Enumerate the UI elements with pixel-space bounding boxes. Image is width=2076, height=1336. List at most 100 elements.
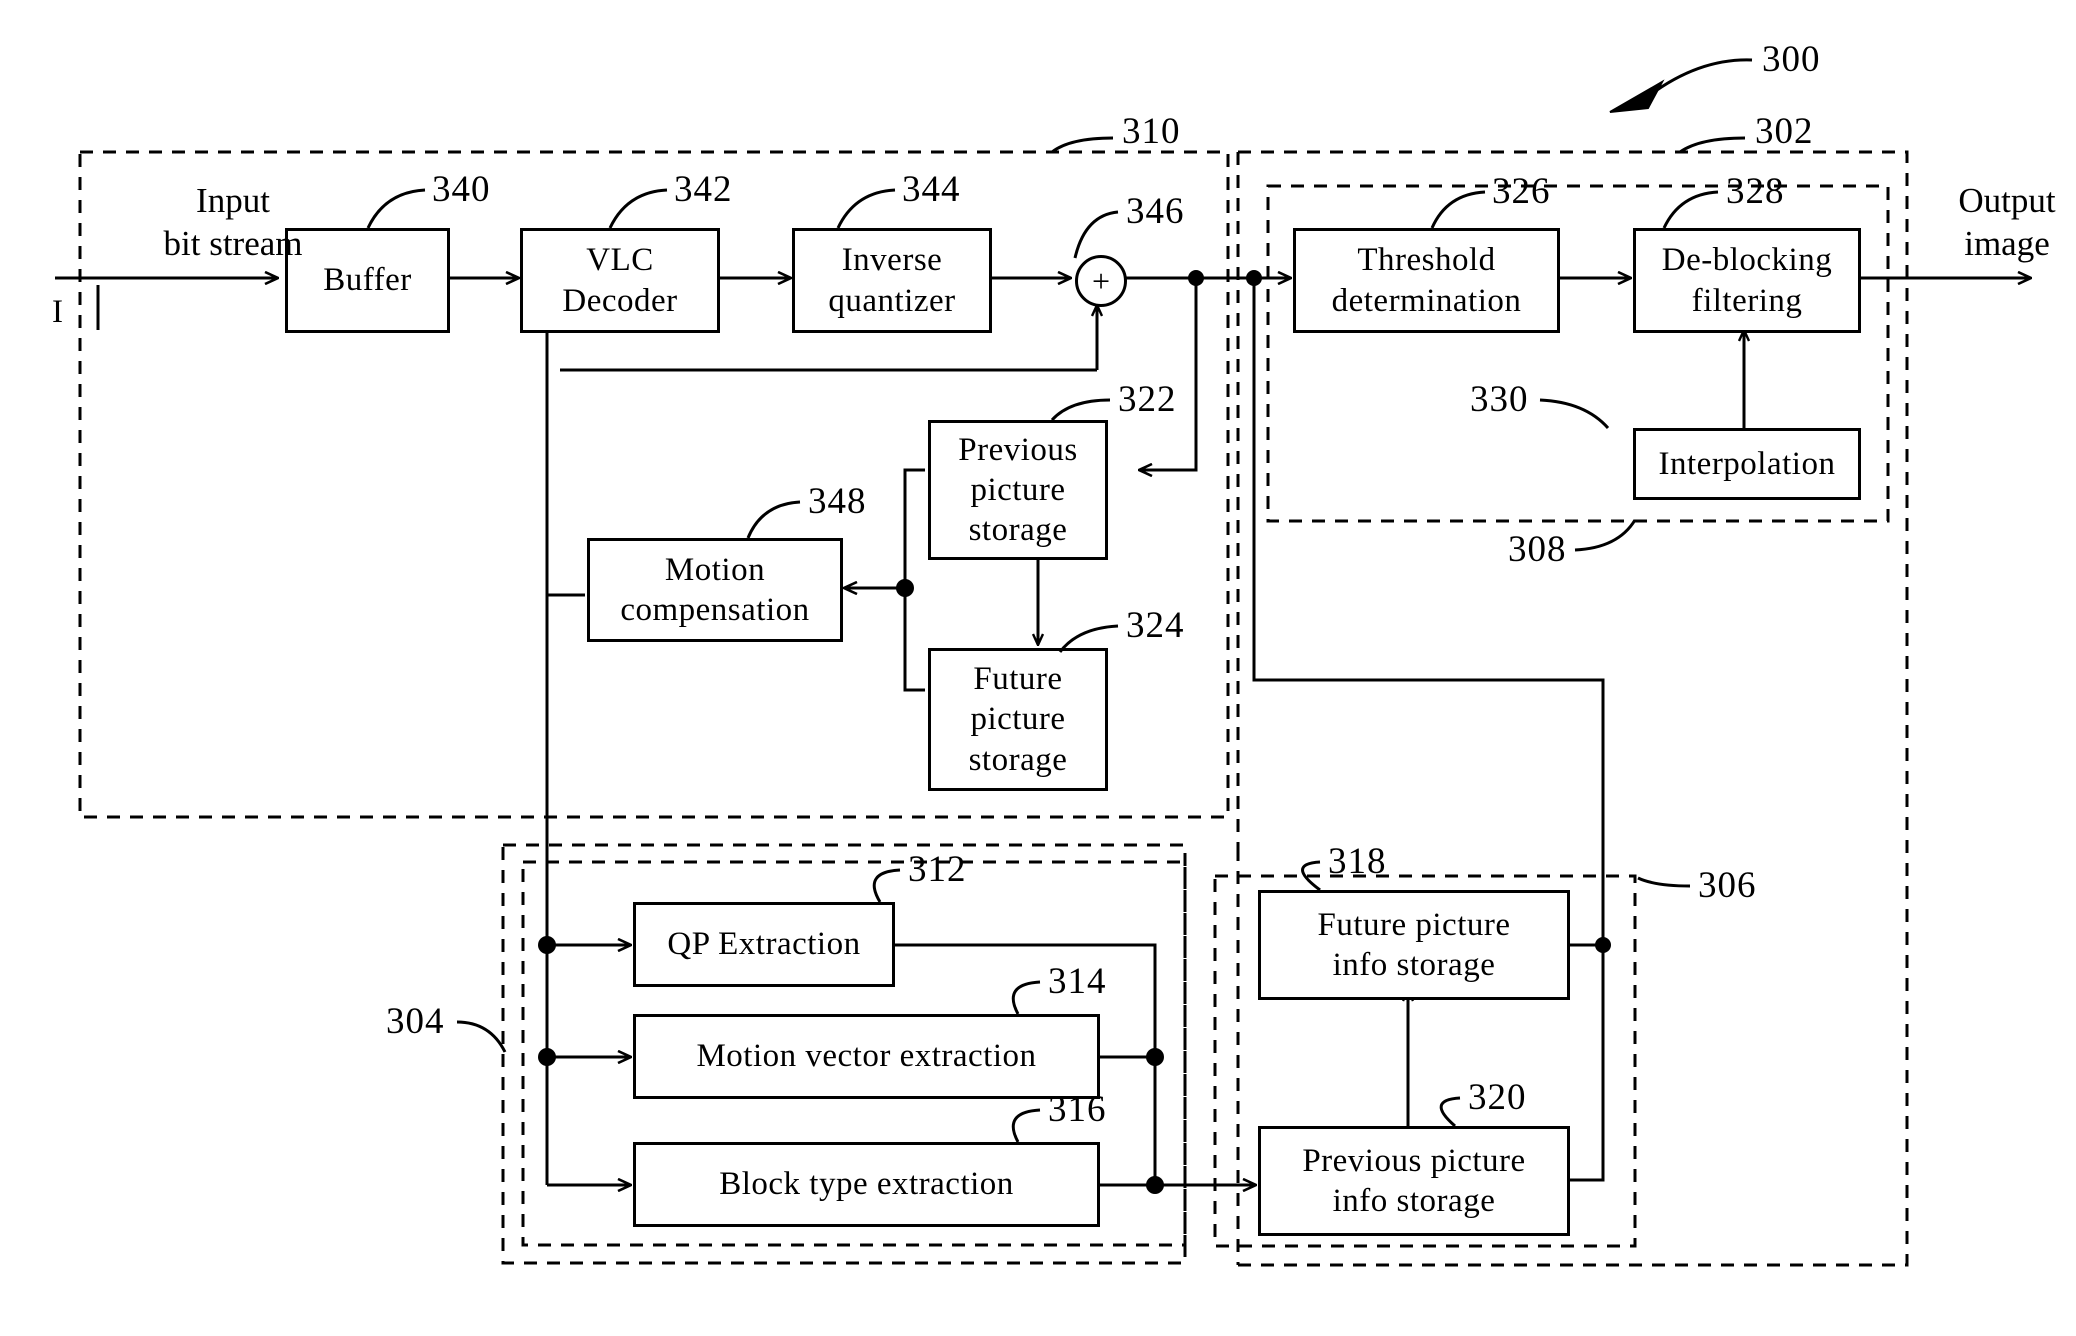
ref-316: 316	[1048, 1089, 1107, 1130]
block-motion-vector-extraction[interactable]: Motion vector extraction	[633, 1014, 1100, 1099]
block-buffer-label: Buffer	[323, 262, 412, 299]
leader-344	[836, 188, 896, 229]
thr-label-2: determination	[1331, 282, 1522, 319]
dbf-label-2: filtering	[1691, 282, 1803, 319]
block-previous-picture-info-storage[interactable]: Previous picture info storage	[1258, 1126, 1570, 1236]
leader-326	[1430, 190, 1486, 229]
block-future-picture-info-storage[interactable]: Future picture info storage	[1258, 890, 1570, 1000]
leader-302	[1679, 136, 1746, 154]
mc-label-1: Motion	[664, 551, 766, 588]
block-interpolation[interactable]: Interpolation	[1633, 428, 1861, 500]
label-input-bit-stream: Input bit stream	[128, 180, 338, 265]
ref-344: 344	[902, 169, 961, 210]
block-vlc-label-1: VLC	[586, 242, 654, 279]
ref-322: 322	[1118, 379, 1177, 420]
leader-340	[366, 188, 426, 229]
ref-328: 328	[1726, 171, 1785, 212]
patent-figure-canvas: Buffer VLC Decoder Inverse quantizer + P…	[0, 0, 2076, 1336]
leader-316	[1011, 1108, 1041, 1143]
block-vlc-decoder[interactable]: VLC Decoder	[520, 228, 720, 333]
ref-326: 326	[1492, 171, 1551, 212]
interp-label: Interpolation	[1658, 445, 1836, 482]
futpic-label-1: Future	[973, 661, 1063, 698]
block-block-type-extraction[interactable]: Block type extraction	[633, 1142, 1100, 1227]
ref-318: 318	[1328, 841, 1387, 882]
ref-308: 308	[1508, 529, 1567, 570]
block-future-picture-storage[interactable]: Future picture storage	[928, 648, 1108, 791]
wire-mcnode-to-future	[903, 588, 925, 692]
wire-prev-to-mcnode	[903, 468, 925, 588]
junction-mcdot	[896, 579, 914, 597]
futinfo-label-1: Future picture	[1317, 906, 1511, 943]
block-vlc-label-2: Decoder	[562, 282, 678, 319]
junction-dot-c	[1595, 937, 1611, 953]
bt-label: Block type extraction	[719, 1166, 1014, 1203]
output-line-2: image	[1964, 223, 2050, 263]
leader-312	[872, 868, 901, 903]
block-invq-label-1: Inverse	[841, 242, 943, 279]
ref-306: 306	[1698, 865, 1757, 906]
prevpic-label-3: storage	[968, 512, 1068, 549]
block-previous-picture-storage[interactable]: Previous picture storage	[928, 420, 1108, 560]
junction-dot-a	[1188, 270, 1204, 286]
previnfo-label-1: Previous picture	[1302, 1142, 1526, 1179]
block-deblocking-filtering[interactable]: De-blocking filtering	[1633, 228, 1861, 333]
ref-304: 304	[386, 1001, 445, 1042]
ref-302: 302	[1755, 111, 1814, 152]
ref-324: 324	[1126, 605, 1185, 646]
futpic-label-2: picture	[970, 701, 1066, 738]
label-output-image: Output image	[1912, 180, 2076, 265]
junction-qp	[538, 936, 556, 954]
leader-318	[1301, 860, 1321, 892]
junction-dot-b	[1246, 270, 1262, 286]
mc-label-2: compensation	[620, 592, 810, 628]
junction-mvout	[1146, 1048, 1164, 1066]
ref-320: 320	[1468, 1077, 1527, 1118]
input-marker-text: I	[52, 294, 63, 330]
block-invq-label-2: quantizer	[828, 282, 956, 319]
wire-mc-left-feed	[545, 370, 585, 597]
leader-300	[1649, 58, 1753, 97]
ref-300: 300	[1762, 39, 1821, 80]
leader-306	[1637, 876, 1691, 888]
ref-312: 312	[908, 849, 967, 890]
leader-310	[1051, 136, 1114, 154]
futinfo-label-2: info storage	[1332, 947, 1496, 983]
leader-328	[1662, 190, 1719, 229]
output-line-1: Output	[1958, 181, 2056, 220]
dbf-label-1: De-blocking	[1661, 242, 1833, 279]
block-inverse-quantizer[interactable]: Inverse quantizer	[792, 228, 992, 333]
label-input-marker: I	[52, 292, 63, 332]
wire-nodec-down	[1570, 945, 1605, 1182]
ref-310: 310	[1122, 111, 1181, 152]
leader-348	[746, 500, 801, 539]
leader-308	[1574, 519, 1637, 552]
junction-btout	[1146, 1176, 1164, 1194]
ref-342: 342	[674, 169, 733, 210]
leader-322	[1050, 398, 1111, 422]
arrowhead-300	[1609, 79, 1665, 113]
wire-nodea-to-prevpic	[1140, 278, 1198, 470]
leader-346	[1073, 210, 1119, 259]
adder-plus-sign: +	[1091, 263, 1111, 299]
prevpic-label-2: picture	[970, 471, 1066, 508]
leader-314	[1011, 980, 1041, 1015]
leader-304	[456, 1020, 507, 1053]
mv-label: Motion vector extraction	[696, 1038, 1037, 1075]
leader-330	[1539, 398, 1610, 429]
block-qp-extraction[interactable]: QP Extraction	[633, 902, 895, 987]
ref-330: 330	[1470, 379, 1529, 420]
leader-342	[608, 188, 668, 229]
previnfo-label-2: info storage	[1332, 1183, 1496, 1219]
junction-mv	[538, 1048, 556, 1066]
futpic-label-3: storage	[968, 741, 1068, 778]
block-threshold-determination[interactable]: Threshold determination	[1293, 228, 1560, 333]
qp-label: QP Extraction	[667, 926, 861, 963]
ref-346: 346	[1126, 191, 1185, 232]
ref-314: 314	[1048, 961, 1107, 1002]
block-adder[interactable]: +	[1075, 255, 1127, 307]
block-motion-compensation[interactable]: Motion compensation	[587, 538, 843, 642]
wire-nodeb-down	[1252, 278, 1605, 945]
ref-348: 348	[808, 481, 867, 522]
thr-label-1: Threshold	[1357, 242, 1496, 279]
